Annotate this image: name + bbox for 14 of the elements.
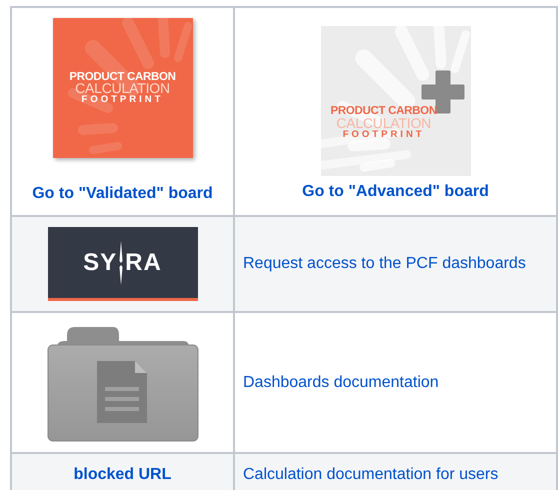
logo-text: FOOTPRINT bbox=[82, 95, 164, 104]
logo-text: CALCULATION bbox=[75, 81, 170, 95]
logo-text: CALCULATION bbox=[336, 116, 432, 130]
logo-text: PRODUCT CARBON bbox=[69, 72, 176, 83]
link[interactable]: Request access to the PCF dashboards bbox=[243, 252, 526, 276]
link[interactable]: Go to "Validated" board bbox=[32, 182, 213, 206]
link[interactable]: Go to "Advanced" board bbox=[302, 180, 489, 204]
link[interactable]: blocked URL bbox=[74, 463, 172, 487]
link[interactable]: Dashboards documentation bbox=[243, 370, 439, 394]
logo-text: SY bbox=[83, 248, 118, 278]
link[interactable]: Calculation documentation for users bbox=[243, 463, 498, 487]
logo-text: FOOTPRINT bbox=[342, 130, 425, 139]
logo-text: RA bbox=[125, 248, 162, 278]
logo-text: PRODUCT CARBON bbox=[330, 106, 437, 118]
